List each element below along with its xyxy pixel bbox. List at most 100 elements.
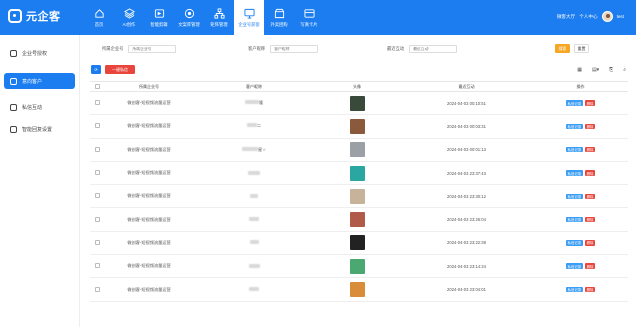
row-select-cell[interactable]: [90, 231, 104, 256]
recent-input[interactable]: [409, 45, 458, 53]
sidebar-item-account-auth[interactable]: 企业号授权: [4, 45, 75, 61]
row-checkbox[interactable]: [94, 239, 100, 245]
row-select-cell[interactable]: [90, 207, 104, 232]
select-all-checkbox[interactable]: [94, 83, 100, 89]
row-checkbox[interactable]: [94, 123, 100, 129]
column-header: 操作: [533, 81, 628, 92]
row-checkbox[interactable]: [94, 100, 100, 106]
refresh-icon: ⟳: [94, 67, 98, 72]
customer-avatar: [349, 165, 365, 181]
row-select-cell[interactable]: [90, 138, 104, 162]
table-row[interactable]: 微创客-短视频流量运营 2024-04-03 23:22:38 私信记录 删除: [90, 231, 628, 256]
delete-button[interactable]: 删除: [584, 146, 596, 153]
sidebar-item-label: 私信互动: [22, 104, 43, 111]
nav-item[interactable]: 外卖团购: [264, 0, 294, 35]
select-all-header[interactable]: [90, 81, 104, 92]
delete-button[interactable]: 删除: [584, 263, 596, 269]
sidebar-item-intent-customers[interactable]: 意向客户: [4, 73, 75, 89]
nickname-input[interactable]: [270, 45, 319, 53]
delete-button[interactable]: 删除: [584, 193, 596, 200]
row-select-cell[interactable]: [90, 277, 104, 302]
delete-button[interactable]: 删除: [584, 100, 596, 106]
message-record-button[interactable]: 私信记录: [565, 286, 584, 293]
nickname-text: 隆: [258, 100, 264, 106]
delete-button[interactable]: 删除: [584, 240, 596, 246]
row-select-cell[interactable]: [90, 254, 104, 279]
account-cell: 微创客-短视频流量运营: [104, 161, 194, 186]
column-header: 客户昵称: [194, 81, 314, 92]
nav-item[interactable]: 矩阵管理: [204, 0, 234, 35]
export-icon[interactable]: ⎘: [609, 67, 613, 73]
shop-link[interactable]: 微客大厅: [557, 14, 575, 20]
nav-item[interactable]: 企业号获客: [234, 0, 264, 35]
nav-item[interactable]: 智能剪辑: [144, 0, 174, 35]
table-row[interactable]: 微创客-短视频流量运营 2024-04-03 23:30:12 私信记录 删除: [90, 184, 628, 209]
table-row[interactable]: 微创客-短视频流量运营二 2024-04-03 00:03:31 私信记录 删除: [90, 114, 628, 139]
delete-button[interactable]: 删除: [584, 286, 596, 293]
delete-button[interactable]: 删除: [584, 216, 596, 223]
table-row[interactable]: 微创客-短视频流量运营 2024-04-03 23:37:43 私信记录 删除: [90, 161, 628, 186]
blurred-nickname: [248, 170, 260, 175]
message-record-button[interactable]: 私信记录: [565, 263, 584, 269]
blurred-nickname: [249, 287, 259, 292]
delete-button[interactable]: 删除: [584, 123, 596, 130]
message-record-button[interactable]: 私信记录: [565, 123, 584, 130]
message-record-button[interactable]: 私信记录: [565, 216, 584, 223]
table-row[interactable]: 微创客-短视频流量运营隆 2024-04-03 00:10:51 私信记录 删除: [90, 91, 628, 116]
message-record-button[interactable]: 私信记录: [565, 170, 584, 176]
sidebar-item-messages[interactable]: 私信互动: [4, 99, 75, 115]
blurred-nickname: [248, 263, 260, 268]
username[interactable]: test: [617, 14, 624, 19]
row-checkbox[interactable]: [94, 286, 100, 292]
grid-icon[interactable]: ▦: [577, 67, 582, 73]
row-checkbox[interactable]: [94, 193, 100, 199]
row-select-cell[interactable]: [90, 91, 104, 116]
nav-item[interactable]: 文案库管理: [174, 0, 204, 35]
row-checkbox[interactable]: [94, 263, 100, 269]
nav-label: 写真卡片: [300, 21, 318, 27]
clip-icon: [154, 8, 165, 20]
message-record-button[interactable]: 私信记录: [565, 146, 584, 153]
row-select-cell[interactable]: [90, 161, 104, 186]
recent-time-cell: 2024-04-03 23:26:04: [400, 207, 533, 232]
row-checkbox[interactable]: [94, 170, 100, 176]
row-checkbox[interactable]: [94, 216, 100, 222]
table-row[interactable]: 微创客-短视频流量运营 2024-04-03 23:14:34 私信记录 删除: [90, 254, 628, 279]
user-area: 微客大厅 个人中心 test: [557, 11, 624, 22]
delete-button[interactable]: 删除: [584, 170, 596, 176]
row-checkbox[interactable]: [94, 146, 100, 152]
message-record-button[interactable]: 私信记录: [565, 240, 584, 246]
recent-time-cell: 2024-04-03 00:03:31: [400, 114, 533, 139]
nickname-text: 二: [256, 123, 262, 129]
table-row[interactable]: 微创客-短视频流量运营 2024-04-03 23:26:04 私信记录 删除: [90, 207, 628, 232]
message-record-button[interactable]: 私信记录: [565, 193, 584, 200]
app-logo[interactable]: 元企客: [8, 8, 61, 24]
search-button[interactable]: 搜索: [555, 44, 570, 53]
blurred-nickname: [249, 240, 259, 245]
customer-avatar: [349, 142, 365, 158]
nickname-cell: [194, 207, 314, 232]
account-input[interactable]: [128, 45, 177, 53]
nav-item[interactable]: 写真卡片: [294, 0, 324, 35]
table-row[interactable]: 微创客-短视频流量运营 2024-04-03 23:04:01 私信记录 删除: [90, 277, 628, 302]
personal-center-link[interactable]: 个人中心: [579, 14, 597, 20]
nav-label: 文案库管理: [178, 21, 200, 27]
filter-nickname: 客户昵称: [248, 45, 319, 53]
recent-time-cell: 2024-04-03 23:22:38: [400, 231, 533, 256]
sidebar-item-auto-reply[interactable]: 智能回复设置: [4, 121, 75, 137]
message-record-button[interactable]: 私信记录: [565, 100, 584, 106]
nav-item[interactable]: 首页: [84, 0, 114, 35]
table-row[interactable]: 微创客-短视频流量运营 星☆ 2024-04-03 00:01:13 私信记录 删除: [90, 138, 628, 162]
account-cell: 微创客-短视频流量运营: [104, 231, 194, 256]
avatar[interactable]: [601, 11, 613, 22]
ops-cell: 私信记录 删除: [533, 161, 628, 186]
row-select-cell[interactable]: [90, 184, 104, 209]
search-icon[interactable]: ⌕: [623, 67, 626, 73]
nav-item[interactable]: AI创作: [114, 0, 144, 35]
refresh-button[interactable]: ⟳: [91, 65, 101, 74]
row-select-cell[interactable]: [90, 114, 104, 139]
batch-message-button[interactable]: 一键私信: [105, 65, 135, 74]
columns-icon[interactable]: ▤▾: [592, 67, 599, 73]
reset-button[interactable]: 重置: [574, 44, 589, 53]
nickname-cell: [194, 184, 314, 209]
